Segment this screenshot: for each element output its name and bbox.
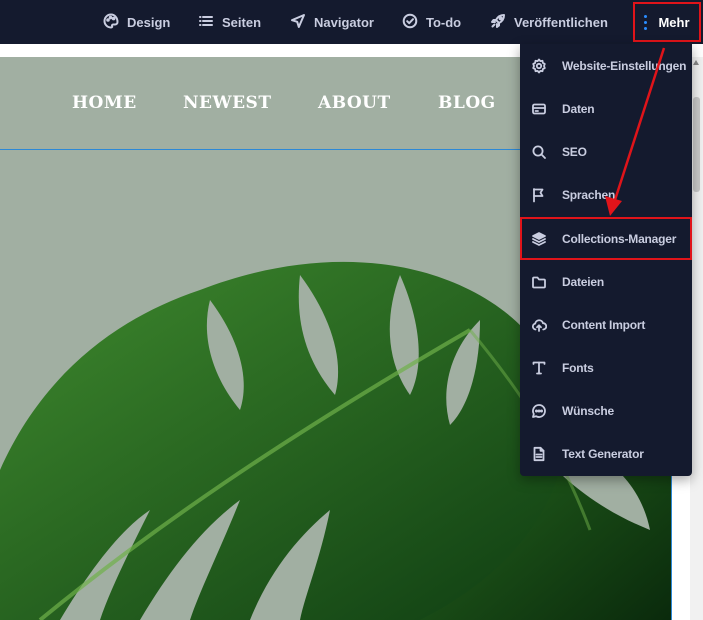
gear-icon [531,58,547,74]
site-nav-newest[interactable]: NEWEST [183,93,271,113]
kebab-menu-icon [644,14,648,30]
menu-item-label: SEO [562,144,587,159]
design-label: Design [127,14,171,30]
menu-item-label: Daten [562,101,595,116]
check-circle-icon [402,13,418,32]
text-type-icon [531,360,547,376]
more-dropdown-menu: Website-Einstellungen Daten SEO Sprachen… [520,44,692,476]
navigation-arrow-icon [290,13,306,32]
menu-item-label: Collections-Manager [562,231,677,246]
seiten-button[interactable]: Seiten [198,0,261,44]
menu-item-sprachen[interactable]: Sprachen [520,173,692,216]
menu-item-seo[interactable]: SEO [520,130,692,173]
menu-item-website-settings[interactable]: Website-Einstellungen [520,44,692,87]
menu-item-label: Website-Einstellungen [562,58,687,73]
seiten-label: Seiten [222,14,262,30]
site-nav-blog[interactable]: BLOG [438,93,496,113]
design-button[interactable]: Design [103,0,170,44]
menu-item-label: Fonts [562,360,594,375]
menu-item-content-import[interactable]: Content Import [520,303,692,346]
menu-item-text-generator[interactable]: Text Generator [520,432,692,475]
menu-item-label: Dateien [562,274,604,289]
folder-icon [531,274,547,290]
publish-label: Veröffentlichen [514,14,608,30]
navigator-button[interactable]: Navigator [290,0,374,44]
cloud-upload-icon [531,317,548,333]
scroll-thumb[interactable] [693,97,700,192]
document-icon [531,446,547,462]
menu-item-label: Wünsche [562,403,614,418]
menu-item-label: Sprachen [562,187,616,202]
menu-item-label: Text Generator [562,446,644,461]
todo-label: To-do [426,14,462,30]
menu-item-wuensche[interactable]: Wünsche [520,389,692,432]
flag-icon [531,187,547,203]
todo-button[interactable]: To-do [402,0,461,44]
more-label: Mehr [658,14,690,30]
chat-bubble-icon [531,403,547,419]
navigator-label: Navigator [314,14,374,30]
menu-item-fonts[interactable]: Fonts [520,346,692,389]
menu-item-dateien[interactable]: Dateien [520,260,692,303]
menu-item-label: Content Import [562,317,646,332]
publish-button[interactable]: Veröffentlichen [490,0,608,44]
list-icon [198,13,214,32]
menu-item-collections-manager[interactable]: Collections-Manager [520,217,692,260]
site-nav-home[interactable]: HOME [72,93,137,113]
more-button[interactable]: Mehr [633,2,701,42]
layers-icon [531,231,547,247]
rocket-icon [490,13,506,32]
menu-item-daten[interactable]: Daten [520,87,692,130]
card-icon [531,101,547,117]
palette-icon [103,13,119,32]
search-icon [531,144,547,160]
site-nav-about[interactable]: ABOUT [318,93,391,113]
scroll-up-arrow-icon[interactable] [693,60,699,65]
top-toolbar: Design Seiten Navigator To-do Veröffentl… [0,0,703,44]
